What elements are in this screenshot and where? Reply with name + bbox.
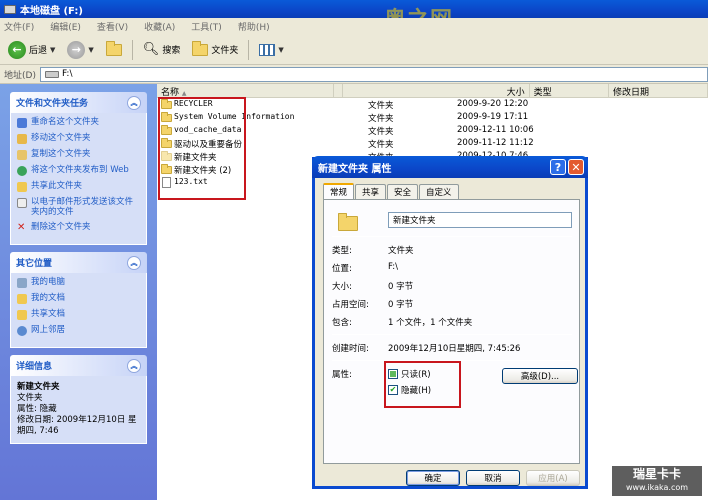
- menu-bar: 文件(F) 编辑(E) 查看(V) 收藏(A) 工具(T) 帮助(H): [0, 18, 708, 35]
- tab-security[interactable]: 安全: [387, 184, 419, 199]
- details-name: 新建文件夹: [17, 382, 60, 392]
- details-panel: 详细信息 ︽ 新建文件夹 文件夹 属性: 隐藏 修改日期: 2009年12月10…: [10, 355, 147, 444]
- folder-icon: [192, 40, 209, 56]
- menu-help[interactable]: 帮助(H): [238, 20, 270, 33]
- chevron-down-icon: ▼: [50, 45, 56, 54]
- task-publish-web[interactable]: 将这个文件夹发布到 Web: [17, 165, 140, 176]
- properties-dialog: 新建文件夹 属性 ? ✕ 常规 共享 安全 自定义 新建文件夹 类型: 文件夹 …: [312, 156, 588, 489]
- forward-button[interactable]: → ▼: [63, 39, 97, 61]
- folder-icon: [338, 213, 358, 231]
- ok-button[interactable]: 确定: [406, 470, 460, 486]
- chevron-down-icon: ▼: [88, 45, 94, 54]
- address-label: 地址(D): [4, 70, 36, 81]
- collapse-icon[interactable]: ︽: [127, 95, 141, 110]
- computer-icon: [17, 278, 27, 288]
- task-copy[interactable]: 复制这个文件夹: [17, 149, 140, 160]
- location-value: F:\: [388, 262, 398, 272]
- toolbar: ← 后退 ▼ → ▼ 🔍︎ 搜索 文件夹 ▼: [0, 35, 708, 65]
- rename-icon: [17, 118, 27, 128]
- other-places-header[interactable]: 其它位置 ︽: [10, 252, 147, 273]
- tab-general[interactable]: 常规: [323, 183, 355, 199]
- menu-favorites[interactable]: 收藏(A): [144, 20, 175, 33]
- task-share[interactable]: 共享此文件夹: [17, 181, 140, 192]
- copy-icon: [17, 150, 27, 160]
- menu-view[interactable]: 查看(V): [97, 20, 128, 33]
- task-rename[interactable]: 重命名这个文件夹: [17, 117, 140, 128]
- dialog-tabs: 常规 共享 安全 自定义: [323, 183, 460, 199]
- drive-icon: [44, 70, 59, 78]
- forward-arrow-icon: →: [67, 40, 86, 59]
- network-icon: [17, 326, 27, 336]
- details-type: 文件夹: [17, 393, 43, 403]
- chevron-down-icon: ▼: [278, 45, 284, 54]
- address-bar: 地址(D) F:\: [0, 65, 708, 84]
- file-tasks-header[interactable]: 文件和文件夹任务 ︽: [10, 92, 147, 113]
- column-header: 名称 ▲ 大小 类型 修改日期: [157, 84, 708, 98]
- collapse-icon[interactable]: ︽: [127, 358, 141, 373]
- dialog-title: 新建文件夹 属性: [318, 163, 392, 175]
- shared-folder-icon: [17, 310, 27, 320]
- menu-file[interactable]: 文件(F): [4, 20, 34, 33]
- place-my-documents[interactable]: 我的文档: [17, 293, 140, 304]
- details-attr: 属性: 隐藏: [17, 404, 57, 414]
- folders-button[interactable]: 文件夹: [188, 40, 242, 58]
- size-value: 0 字节: [388, 282, 414, 292]
- tab-sharing[interactable]: 共享: [355, 184, 387, 199]
- address-input[interactable]: F:\: [39, 66, 708, 82]
- globe-icon: [17, 166, 27, 176]
- details-header[interactable]: 详细信息 ︽: [10, 355, 147, 376]
- column-type[interactable]: 类型: [530, 84, 610, 98]
- window-titlebar: 本地磁盘 (F:): [0, 0, 708, 18]
- up-folder-icon: [105, 40, 122, 56]
- task-email[interactable]: 以电子邮件形式发送该文件夹内的文件: [17, 197, 140, 217]
- menu-tools[interactable]: 工具(T): [191, 20, 222, 33]
- share-icon: [17, 182, 27, 192]
- contains-value: 1 个文件，1 个文件夹: [388, 318, 473, 328]
- task-pane: 文件和文件夹任务 ︽ 重命名这个文件夹 移动这个文件夹 复制这个文件夹 将这个文…: [0, 84, 157, 500]
- collapse-icon[interactable]: ︽: [127, 255, 141, 270]
- column-size[interactable]: 大小: [343, 84, 530, 98]
- apply-button[interactable]: 应用(A): [526, 470, 580, 486]
- details-modified: 修改日期: 2009年12月10日 星期四, 7:46: [17, 415, 137, 436]
- search-icon: 🔍︎: [142, 42, 160, 57]
- place-shared-documents[interactable]: 共享文档: [17, 309, 140, 320]
- highlight-box: [158, 97, 246, 200]
- created-value: 2009年12月10日星期四, 7:45:26: [388, 344, 521, 354]
- email-icon: [17, 198, 27, 208]
- cancel-button[interactable]: 取消: [466, 470, 520, 486]
- back-arrow-icon: ←: [8, 40, 26, 59]
- help-icon[interactable]: ?: [550, 159, 566, 175]
- disk-size-value: 0 字节: [388, 300, 414, 310]
- menu-edit[interactable]: 编辑(E): [50, 20, 81, 33]
- column-name[interactable]: 名称 ▲: [157, 84, 335, 98]
- advanced-button[interactable]: 高级(D)...: [502, 368, 578, 384]
- column-date[interactable]: 修改日期: [609, 84, 708, 98]
- place-network[interactable]: 网上邻居: [17, 325, 140, 336]
- general-tab-page: 新建文件夹 类型: 文件夹 位置: F:\ 大小: 0 字节 占用空间: 0 字…: [323, 199, 580, 464]
- task-delete[interactable]: ✕ 删除这个文件夹: [17, 222, 140, 233]
- delete-icon: ✕: [17, 222, 26, 233]
- other-places-panel: 其它位置 ︽ 我的电脑 我的文档 共享文档 网上邻居: [10, 252, 147, 348]
- task-move[interactable]: 移动这个文件夹: [17, 133, 140, 144]
- documents-icon: [17, 294, 27, 304]
- file-tasks-panel: 文件和文件夹任务 ︽ 重命名这个文件夹 移动这个文件夹 复制这个文件夹 将这个文…: [10, 92, 147, 245]
- window-title: 本地磁盘 (F:): [20, 5, 83, 17]
- brand-logo: 瑞星卡卡 www.ikaka.com: [612, 466, 702, 496]
- move-icon: [17, 134, 27, 144]
- back-button[interactable]: ← 后退 ▼: [4, 39, 59, 61]
- folder-name-input[interactable]: 新建文件夹: [388, 212, 572, 228]
- disk-icon: [4, 4, 16, 14]
- place-my-computer[interactable]: 我的电脑: [17, 277, 140, 288]
- up-button[interactable]: [102, 40, 126, 58]
- close-icon[interactable]: ✕: [568, 159, 584, 175]
- views-button[interactable]: ▼: [255, 42, 287, 58]
- search-button[interactable]: 🔍︎ 搜索: [139, 40, 185, 59]
- views-icon: [259, 43, 276, 56]
- type-value: 文件夹: [388, 246, 414, 256]
- dialog-titlebar: 新建文件夹 属性 ? ✕: [312, 156, 588, 178]
- tab-customize[interactable]: 自定义: [419, 184, 459, 199]
- highlight-box: [384, 361, 461, 408]
